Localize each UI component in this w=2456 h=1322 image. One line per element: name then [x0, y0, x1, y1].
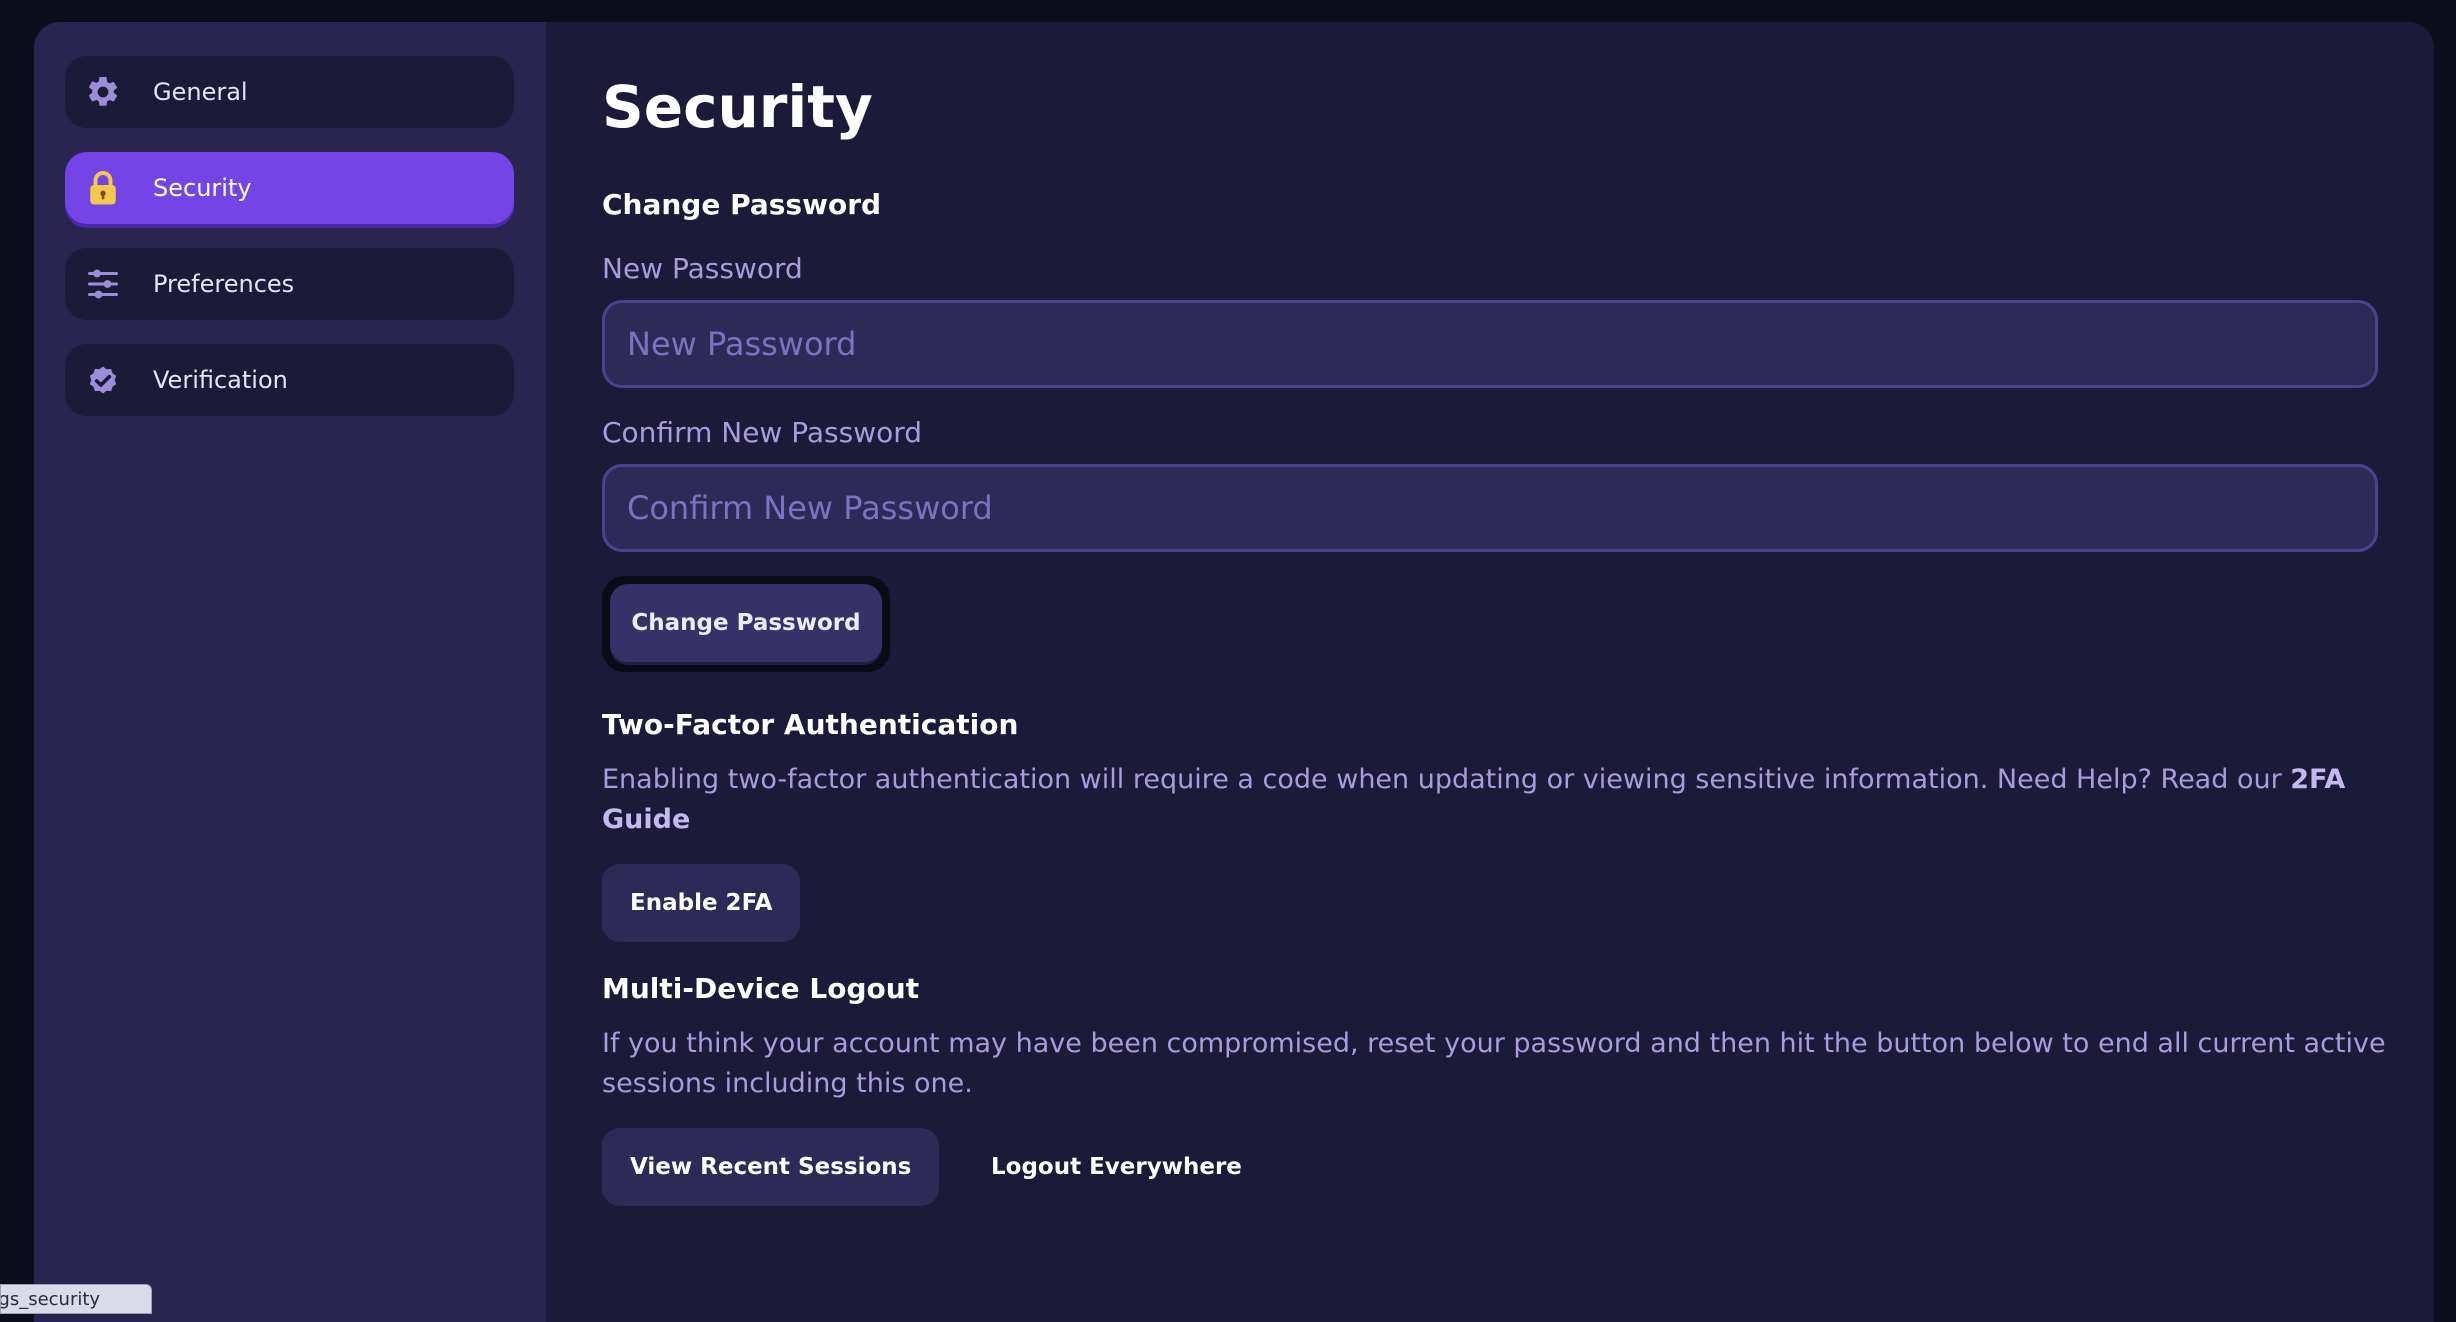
sidebar-item-label: Verification [153, 366, 288, 394]
change-password-focus-ring: Change Password [602, 576, 890, 672]
status-tooltip-text: ngs_security [0, 1289, 101, 1310]
status-tooltip: ngs_security [0, 1284, 152, 1314]
security-panel: Security Change Password New Password Co… [602, 22, 2412, 1322]
settings-window: General Security Preferences Verificatio… [34, 22, 2434, 1322]
enable-2fa-button[interactable]: Enable 2FA [602, 864, 801, 942]
lock-icon [90, 171, 116, 205]
confirm-password-input[interactable] [602, 464, 2378, 552]
two-factor-description: Enabling two-factor authentication will … [602, 760, 2392, 840]
multi-device-logout-heading: Multi-Device Logout [602, 972, 920, 1005]
sidebar-item-preferences[interactable]: Preferences [65, 248, 514, 320]
settings-sidebar: General Security Preferences Verificatio… [34, 22, 546, 1322]
confirm-password-label: Confirm New Password [602, 416, 923, 449]
new-password-input[interactable] [602, 300, 2378, 388]
sidebar-item-verification[interactable]: Verification [65, 344, 514, 416]
logout-everywhere-button[interactable]: Logout Everywhere [991, 1128, 1242, 1206]
change-password-heading: Change Password [602, 188, 882, 221]
gear-icon [88, 76, 118, 106]
two-factor-description-text: Enabling two-factor authentication will … [602, 764, 2291, 795]
sidebar-item-general[interactable]: General [65, 56, 514, 128]
sidebar-item-security[interactable]: Security [65, 152, 514, 224]
logout-description: If you think your account may have been … [602, 1028, 2386, 1099]
sliders-icon [88, 269, 118, 299]
sidebar-item-label: Security [153, 174, 252, 202]
verified-badge-icon [89, 366, 117, 394]
two-factor-heading: Two-Factor Authentication [602, 708, 1019, 741]
sidebar-item-label: Preferences [153, 270, 295, 298]
change-password-button[interactable]: Change Password [610, 584, 882, 662]
view-recent-sessions-button[interactable]: View Recent Sessions [602, 1128, 940, 1206]
new-password-label: New Password [602, 252, 803, 285]
sidebar-item-label: General [153, 78, 248, 106]
page-title: Security [602, 73, 873, 141]
